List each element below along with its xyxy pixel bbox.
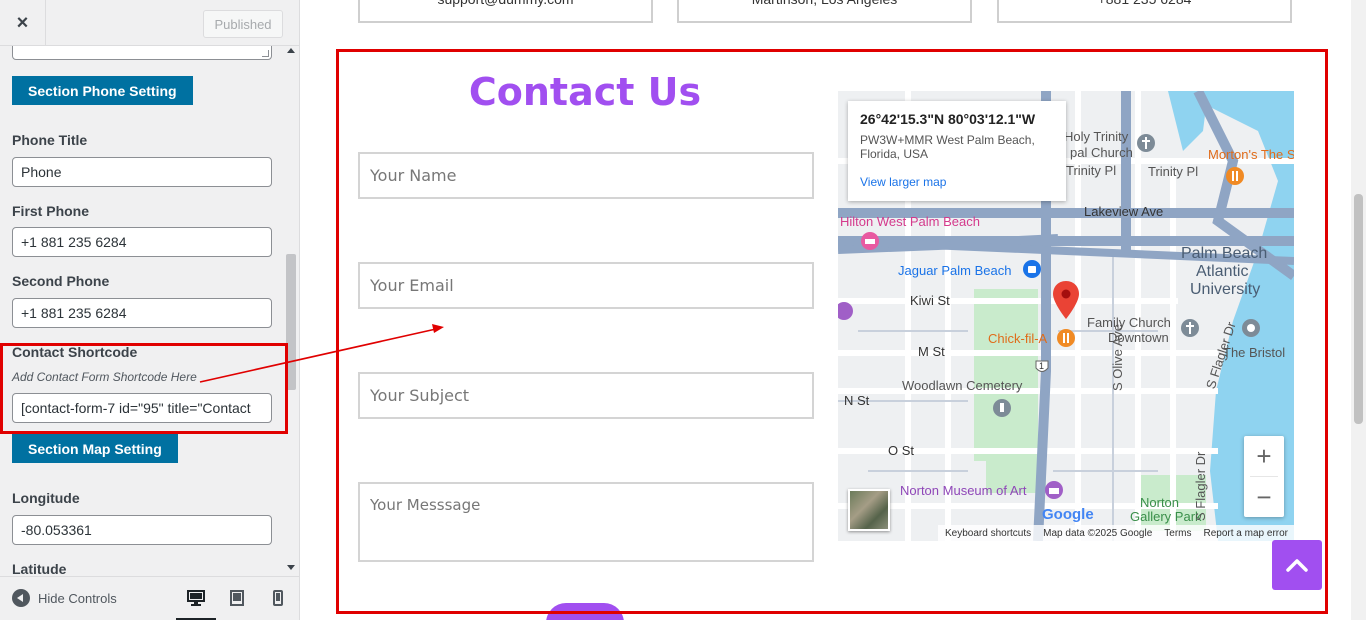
info-card-email: support@dummy.com bbox=[358, 0, 653, 23]
info-card-phone: +881 235 6284 bbox=[997, 0, 1292, 23]
section-phone-setting-button[interactable]: Section Phone Setting bbox=[12, 76, 193, 105]
hide-controls-button[interactable]: Hide Controls bbox=[12, 589, 117, 607]
map-address-line2: Florida, USA bbox=[860, 147, 929, 161]
first-phone-input[interactable]: +1 881 235 6284 bbox=[12, 227, 272, 257]
desktop-preview-button[interactable] bbox=[176, 587, 216, 620]
scroll-to-top-button[interactable] bbox=[1272, 540, 1322, 590]
panel-footer: Hide Controls bbox=[0, 576, 299, 620]
panel-scroll-up-icon[interactable] bbox=[287, 48, 295, 53]
tablet-icon bbox=[230, 590, 244, 606]
latitude-label: Latitude bbox=[12, 561, 67, 577]
chevron-up-icon bbox=[1286, 559, 1308, 572]
contact-section-highlight-box bbox=[336, 49, 1328, 614]
panel-header: × Published bbox=[0, 0, 299, 46]
panel-scrollbar-thumb[interactable] bbox=[286, 254, 296, 390]
published-button[interactable]: Published bbox=[203, 10, 283, 38]
hide-controls-label: Hide Controls bbox=[38, 590, 117, 606]
collapse-arrow-icon bbox=[12, 589, 30, 607]
mobile-icon bbox=[273, 590, 283, 606]
phone-title-input[interactable]: Phone bbox=[12, 157, 272, 187]
preview-scrollbar-thumb[interactable] bbox=[1354, 194, 1363, 424]
section-map-setting-button[interactable]: Section Map Setting bbox=[12, 434, 178, 463]
customizer-page: Section Phone Setting Phone Title Phone … bbox=[0, 0, 1366, 620]
resize-grip-icon[interactable] bbox=[262, 50, 269, 57]
tablet-preview-button[interactable] bbox=[227, 587, 247, 609]
map-info-window: 26°42'15.3"N 80°03'12.1"W PW3W+MMR West … bbox=[848, 101, 1066, 201]
second-phone-input[interactable]: +1 881 235 6284 bbox=[12, 298, 272, 328]
longitude-label: Longitude bbox=[12, 490, 80, 506]
contact-shortcode-input[interactable]: [contact-form-7 id="95" title="Contact bbox=[12, 393, 272, 423]
first-phone-label: First Phone bbox=[12, 203, 90, 219]
mobile-preview-button[interactable] bbox=[268, 587, 288, 609]
contact-shortcode-description: Add Contact Form Shortcode Here bbox=[12, 370, 197, 384]
longitude-input[interactable]: -80.053361 bbox=[12, 515, 272, 545]
info-card-address: Martinson, Los Angeles bbox=[677, 0, 972, 23]
site-preview: support@dummy.com Martinson, Los Angeles… bbox=[300, 0, 1366, 620]
close-customizer-button[interactable]: × bbox=[0, 0, 46, 46]
preview-scrollbar[interactable] bbox=[1351, 0, 1366, 620]
map-address-line1: PW3W+MMR West Palm Beach, bbox=[860, 133, 1035, 147]
second-phone-label: Second Phone bbox=[12, 273, 110, 289]
map-coordinates: 26°42'15.3"N 80°03'12.1"W bbox=[860, 111, 1036, 127]
desktop-icon bbox=[187, 590, 205, 606]
phone-title-label: Phone Title bbox=[12, 132, 88, 148]
customizer-panel: Section Phone Setting Phone Title Phone … bbox=[0, 0, 300, 620]
contact-shortcode-label: Contact Shortcode bbox=[12, 344, 138, 360]
view-larger-map-link[interactable]: View larger map bbox=[860, 175, 1054, 189]
panel-scroll-down-icon[interactable] bbox=[287, 565, 295, 570]
